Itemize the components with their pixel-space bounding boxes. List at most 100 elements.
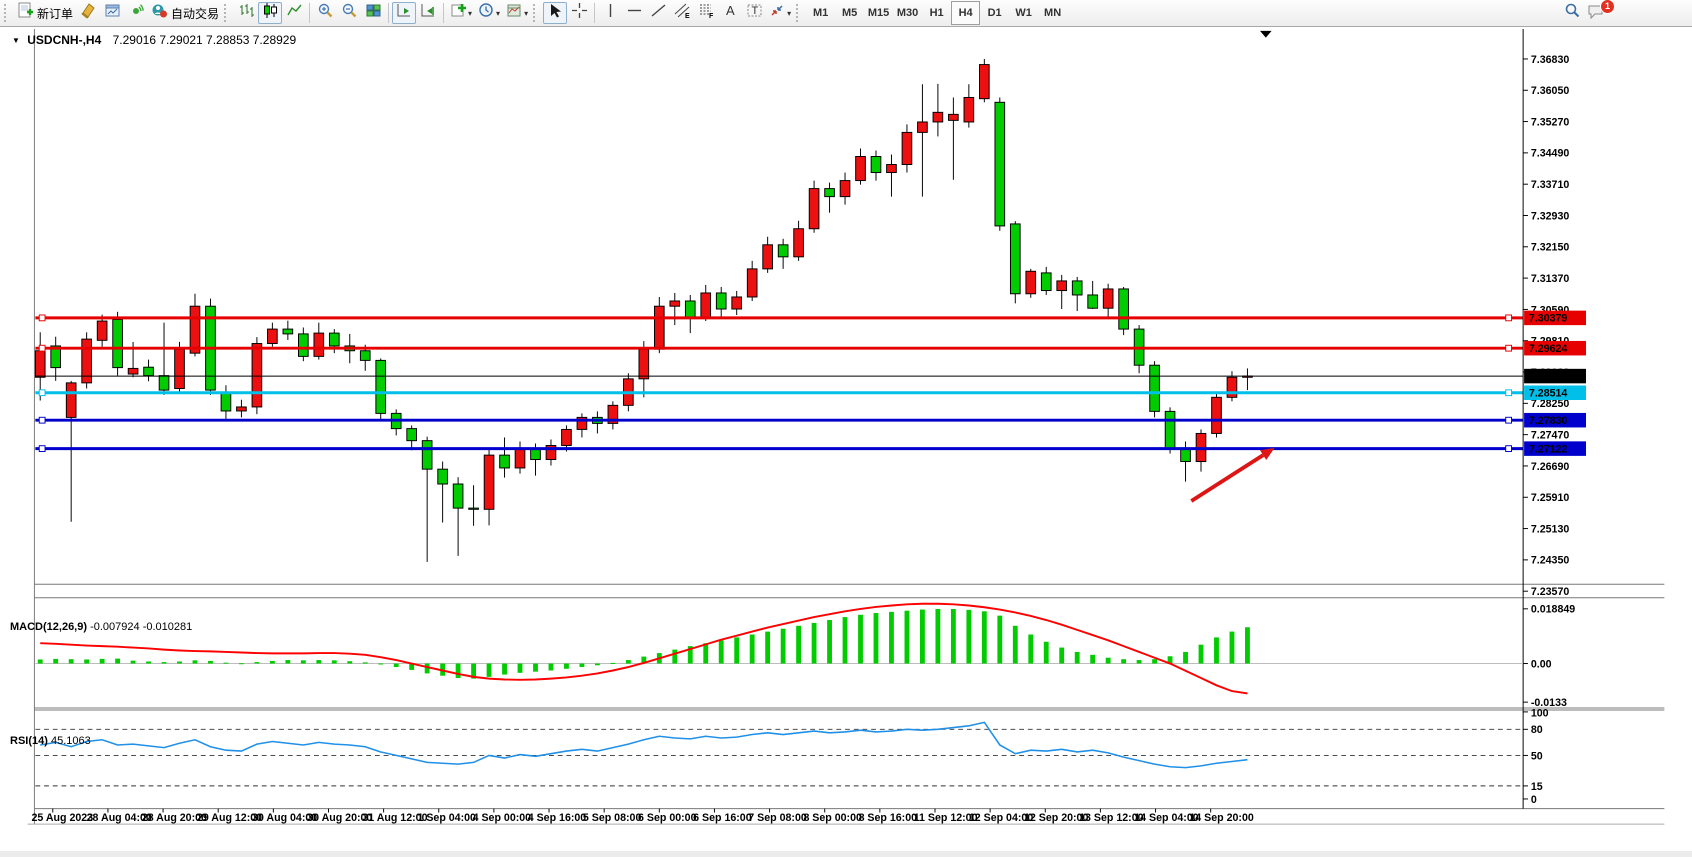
- svg-text:7.35270: 7.35270: [1531, 116, 1569, 128]
- chart-window-button[interactable]: [100, 2, 124, 24]
- svg-text:7.29624: 7.29624: [1529, 343, 1567, 355]
- macd-signal-line: [40, 604, 1247, 694]
- gold-tool-button[interactable]: [76, 2, 100, 24]
- cursor-tool-button[interactable]: [543, 2, 567, 24]
- line-handle: [39, 315, 45, 321]
- svg-text:7.36050: 7.36050: [1531, 85, 1569, 97]
- new-order-button[interactable]: 新订单: [14, 2, 76, 24]
- indicators-icon: [450, 2, 467, 24]
- svg-text:7.27122: 7.27122: [1529, 443, 1567, 455]
- tile-windows-button[interactable]: [361, 2, 385, 24]
- vertical-line-tool-button[interactable]: [598, 2, 622, 24]
- svg-text:7.23570: 7.23570: [1531, 586, 1569, 598]
- chart-symbol-period: USDCNH-,H4: [27, 33, 101, 47]
- text-icon: A: [722, 2, 739, 24]
- svg-text:8 Sep 16:00: 8 Sep 16:00: [859, 812, 918, 824]
- macd-indicator-label: MACD(12,26,9) -0.007924 -0.010281: [10, 621, 192, 633]
- periods-button[interactable]: ▾: [475, 2, 503, 24]
- notification-badge[interactable]: 1: [1600, 0, 1615, 14]
- line-chart-type-button[interactable]: [282, 2, 306, 24]
- timeframe-h4[interactable]: H4: [951, 1, 980, 25]
- timeframe-h1[interactable]: H1: [922, 1, 951, 25]
- svg-text:7 Sep 08:00: 7 Sep 08:00: [748, 812, 807, 824]
- horizontal-line-tool-button[interactable]: [622, 2, 646, 24]
- svg-text:15: 15: [1531, 781, 1543, 793]
- rsi-value: 45.1063: [51, 735, 91, 747]
- macd-name: MACD(12,26,9): [10, 621, 87, 633]
- crosshair-tool-button[interactable]: [567, 2, 591, 24]
- svg-text:7.36830: 7.36830: [1531, 54, 1569, 66]
- svg-text:0.00: 0.00: [1531, 658, 1552, 670]
- svg-text:7.24350: 7.24350: [1531, 555, 1569, 567]
- svg-text:7.28514: 7.28514: [1529, 388, 1567, 400]
- svg-text:1 Sep 04:00: 1 Sep 04:00: [417, 812, 476, 824]
- svg-text:7.26690: 7.26690: [1531, 461, 1569, 473]
- timeframe-m5[interactable]: M5: [835, 1, 864, 25]
- svg-text:8 Sep 00:00: 8 Sep 00:00: [803, 812, 862, 824]
- toolbar-separator: [309, 3, 310, 23]
- new-order-icon: [17, 2, 34, 24]
- search-button[interactable]: [1560, 2, 1584, 24]
- zoom-out-icon: [341, 2, 358, 24]
- fibonacci-icon: F: [698, 2, 715, 24]
- svg-text:5 Sep 08:00: 5 Sep 08:00: [583, 812, 642, 824]
- fibonacci-tool-button[interactable]: F: [694, 2, 718, 24]
- templates-button[interactable]: ▾: [503, 2, 531, 24]
- signals-icon: [128, 2, 145, 24]
- rsi-indicator-label: RSI(14) 45.1063: [10, 735, 91, 747]
- line-handle: [39, 345, 45, 351]
- candlestick-chart-icon: [262, 2, 279, 24]
- cursor-arrow-icon: [547, 2, 564, 24]
- svg-text:7.30379: 7.30379: [1529, 313, 1567, 325]
- arrow-objects-icon: [769, 2, 786, 24]
- candles-layer: [35, 59, 1252, 562]
- zoom-out-button[interactable]: [337, 2, 361, 24]
- notifications-button[interactable]: 1: [1584, 2, 1608, 24]
- svg-text:7.32150: 7.32150: [1531, 242, 1569, 254]
- timeframe-w1[interactable]: W1: [1009, 1, 1038, 25]
- candle-chart-type-button[interactable]: [258, 2, 282, 24]
- templates-icon: [506, 2, 523, 24]
- svg-text:7.27830: 7.27830: [1529, 415, 1567, 427]
- dropdown-caret-icon: ▾: [524, 9, 528, 18]
- svg-text:7.25130: 7.25130: [1531, 523, 1569, 535]
- timeframe-mn[interactable]: MN: [1038, 1, 1067, 25]
- bar-chart-icon: [238, 2, 255, 24]
- channel-tool-button[interactable]: E: [670, 2, 694, 24]
- timeframe-d1[interactable]: D1: [980, 1, 1009, 25]
- svg-text:7.25910: 7.25910: [1531, 492, 1569, 504]
- chart-ohlc-readout: 7.29016 7.29021 7.28853 7.28929: [113, 33, 297, 47]
- line-handle: [1506, 446, 1512, 452]
- indicators-button[interactable]: ▾: [447, 2, 475, 24]
- chart-menu-arrow-icon[interactable]: ▼: [12, 36, 20, 45]
- auto-trading-label: 自动交易: [171, 5, 219, 22]
- chart-window-icon: [104, 2, 121, 24]
- timeframe-m15[interactable]: M15: [864, 1, 893, 25]
- svg-text:0: 0: [1531, 794, 1537, 806]
- chart-shift-button[interactable]: [416, 2, 440, 24]
- toolbar-grip: [4, 4, 10, 22]
- text-label-tool-button[interactable]: T: [742, 2, 766, 24]
- chart-canvas[interactable]: 7.368307.360507.352707.344907.337107.329…: [0, 28, 1692, 857]
- svg-text:0.018849: 0.018849: [1531, 604, 1575, 616]
- auto-trading-button[interactable]: 自动交易: [148, 2, 222, 24]
- text-tool-button[interactable]: A: [718, 2, 742, 24]
- toolbar-separator: [443, 3, 444, 23]
- bar-chart-type-button[interactable]: [234, 2, 258, 24]
- macd-panel: [35, 604, 1528, 702]
- dropdown-caret-icon: ▾: [496, 9, 500, 18]
- zoom-in-button[interactable]: [313, 2, 337, 24]
- trendline-tool-button[interactable]: [646, 2, 670, 24]
- timeframe-m30[interactable]: M30: [893, 1, 922, 25]
- dropdown-caret-icon: ▾: [787, 9, 791, 18]
- auto-scroll-button[interactable]: [392, 2, 416, 24]
- trendline-icon: [650, 2, 667, 24]
- svg-text:T: T: [751, 5, 758, 17]
- svg-text:6 Sep 16:00: 6 Sep 16:00: [693, 812, 752, 824]
- arrows-tool-button[interactable]: ▾: [766, 2, 794, 24]
- svg-text:25 Aug 2023: 25 Aug 2023: [32, 812, 94, 824]
- signals-button[interactable]: [124, 2, 148, 24]
- line-handle: [39, 446, 45, 452]
- chart-title: ▼ USDCNH-,H4 7.29016 7.29021 7.28853 7.2…: [12, 33, 296, 47]
- timeframe-m1[interactable]: M1: [806, 1, 835, 25]
